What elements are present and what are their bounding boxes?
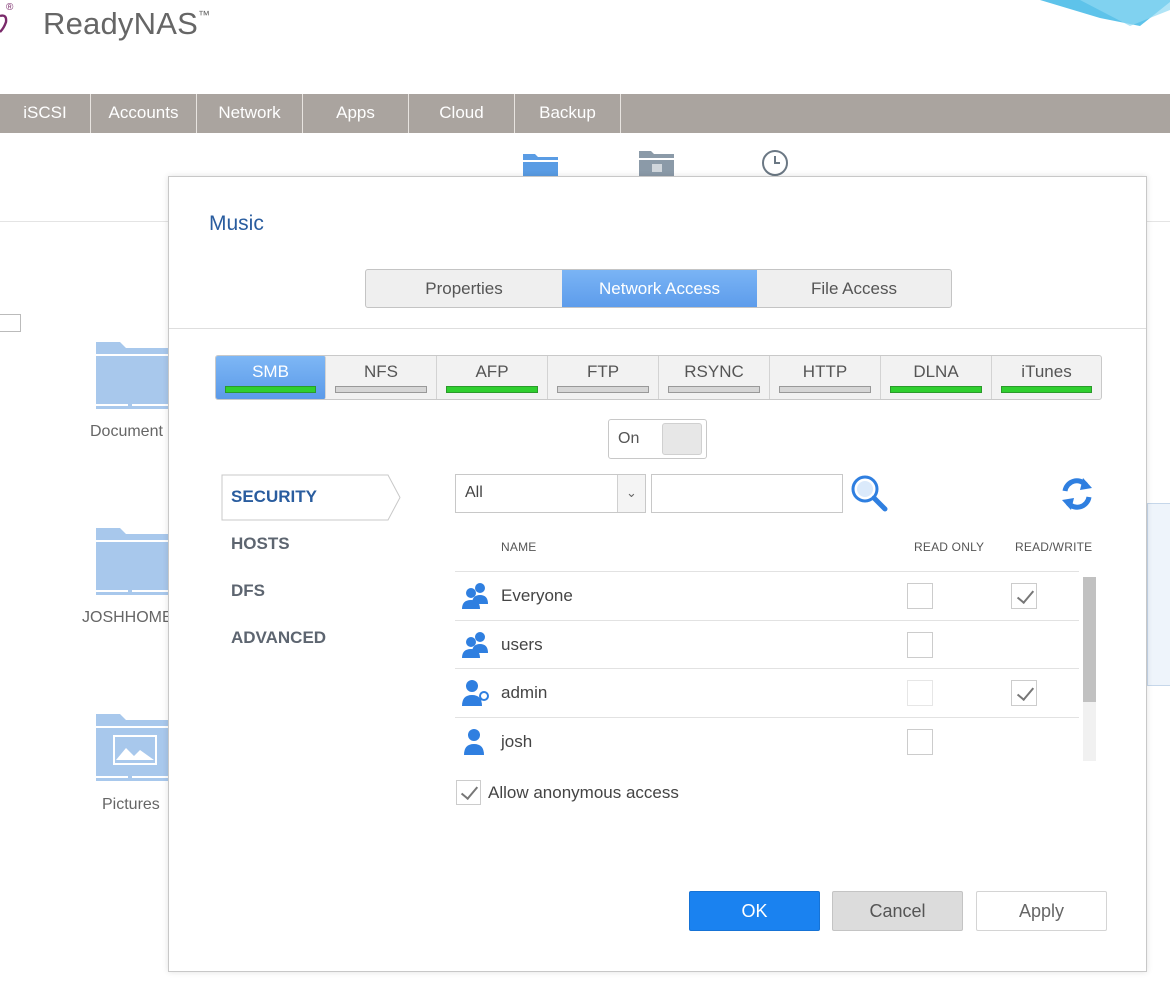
read-only-checkbox[interactable]: [907, 680, 933, 706]
protocol-label: SMB: [252, 362, 289, 381]
protocol-status-indicator: [557, 386, 649, 393]
protocol-label: RSYNC: [684, 362, 744, 381]
apply-button[interactable]: Apply: [976, 891, 1107, 931]
user-icon: [461, 728, 491, 756]
dialog-title: Music: [209, 212, 264, 235]
service-toggle[interactable]: On: [608, 419, 707, 459]
nav-network[interactable]: Network: [197, 94, 303, 133]
chevron-down-icon[interactable]: ⌄: [617, 475, 645, 512]
group-icon: [461, 582, 491, 610]
protocol-label: iTunes: [1021, 362, 1072, 381]
protocol-label: FTP: [586, 362, 620, 381]
anonymous-access-label: Allow anonymous access: [488, 783, 679, 802]
readynas-logo-icon: [0, 10, 14, 43]
permission-row-everyone: Everyone: [455, 572, 1079, 621]
protocol-tabs: SMB NFS AFP FTP RSYNC HTTP DLNA iTunes: [215, 355, 1102, 400]
nav-apps[interactable]: Apps: [303, 94, 409, 133]
joshhome-folder-icon[interactable]: [94, 526, 168, 603]
protocol-tab-itunes[interactable]: iTunes: [992, 356, 1101, 399]
read-only-checkbox[interactable]: [907, 583, 933, 609]
protocol-tab-http[interactable]: HTTP: [770, 356, 881, 399]
bg-checkbox[interactable]: [0, 314, 21, 332]
read-write-checkbox[interactable]: [1011, 583, 1037, 609]
column-header-read-write: READ/WRITE: [1015, 540, 1093, 554]
cancel-button[interactable]: Cancel: [832, 891, 963, 931]
trademark-mark: ™: [197, 8, 211, 22]
app-title-text: ReadyNAS: [43, 6, 198, 41]
protocol-tab-smb[interactable]: SMB: [216, 356, 326, 399]
protocol-tab-ftp[interactable]: FTP: [548, 356, 659, 399]
side-nav-hosts[interactable]: HOSTS: [231, 534, 290, 554]
bg-divider-right: [1146, 221, 1170, 222]
permission-name: josh: [501, 731, 533, 751]
read-only-checkbox[interactable]: [907, 631, 933, 658]
permission-row-josh: josh: [455, 718, 1079, 765]
toggle-knob[interactable]: [662, 423, 702, 455]
anonymous-access-checkbox[interactable]: [456, 780, 481, 805]
permission-name: Everyone: [501, 586, 573, 605]
tab-file-access[interactable]: File Access: [757, 270, 951, 307]
pictures-folder-icon[interactable]: [94, 712, 168, 789]
permission-row-admin: admin: [455, 669, 1079, 718]
group-icon: [461, 631, 491, 659]
readynas-page: ® ReadyNAS™ iSCSI Accounts Network Apps …: [0, 0, 1170, 995]
protocol-status-indicator: [335, 386, 427, 393]
nav-backup[interactable]: Backup: [515, 94, 621, 133]
admin-user-icon: [461, 679, 491, 707]
protocol-status-indicator: [225, 386, 316, 393]
list-scrollbar-thumb[interactable]: [1083, 577, 1096, 702]
dialog-tabs: Properties Network Access File Access: [365, 269, 952, 308]
tab-properties[interactable]: Properties: [366, 270, 562, 307]
search-input[interactable]: [651, 474, 843, 513]
protocol-tab-dlna[interactable]: DLNA: [881, 356, 992, 399]
ok-button[interactable]: OK: [689, 891, 820, 931]
filter-selected-value: All: [465, 484, 483, 501]
side-nav-security[interactable]: SECURITY: [231, 487, 317, 507]
tab-network-access[interactable]: Network Access: [562, 270, 757, 307]
protocol-tab-afp[interactable]: AFP: [437, 356, 548, 399]
documents-folder-icon[interactable]: [94, 340, 168, 417]
protocol-label: AFP: [475, 362, 509, 381]
nav-accounts[interactable]: Accounts: [91, 94, 197, 133]
protocol-label: HTTP: [802, 362, 848, 381]
protocol-status-indicator: [890, 386, 982, 393]
protocol-label: DLNA: [913, 362, 959, 381]
tab-separator: [169, 328, 1146, 329]
main-navbar: iSCSI Accounts Network Apps Cloud Backup: [0, 94, 1170, 133]
protocol-tab-rsync[interactable]: RSYNC: [659, 356, 770, 399]
corner-decoration: [1040, 0, 1170, 26]
registered-mark: ®: [6, 2, 14, 13]
nav-cloud[interactable]: Cloud: [409, 94, 515, 133]
side-nav-dfs[interactable]: DFS: [231, 581, 265, 601]
search-icon[interactable]: [849, 474, 891, 516]
permission-name: users: [501, 634, 543, 654]
protocol-status-indicator: [446, 386, 538, 393]
folder-label-joshhome: JOSHHOME: [82, 609, 173, 626]
read-only-checkbox[interactable]: [907, 728, 933, 755]
refresh-icon[interactable]: [1059, 474, 1095, 514]
protocol-tab-nfs[interactable]: NFS: [326, 356, 437, 399]
protocol-status-indicator: [1001, 386, 1092, 393]
protocol-label: NFS: [364, 362, 398, 381]
column-header-read-only: READ ONLY: [914, 540, 985, 554]
filter-select[interactable]: All ⌄: [455, 474, 646, 513]
read-write-checkbox[interactable]: [1011, 680, 1037, 706]
bg-side-panel: [1147, 503, 1170, 686]
toggle-label: On: [618, 430, 640, 447]
side-nav-advanced[interactable]: ADVANCED: [231, 628, 326, 648]
folder-label-pictures: Pictures: [102, 796, 160, 813]
column-header-name: NAME: [501, 540, 537, 554]
permission-name: admin: [501, 683, 548, 702]
folder-label-documents: Document: [90, 423, 163, 440]
share-settings-dialog: Music Properties Network Access File Acc…: [168, 176, 1147, 972]
app-title: ReadyNAS™: [43, 6, 210, 42]
nav-iscsi[interactable]: iSCSI: [0, 94, 91, 133]
bg-divider: [0, 221, 170, 222]
permission-row-users: users: [455, 621, 1079, 669]
permission-list: Everyone users admin josh: [455, 571, 1079, 764]
protocol-status-indicator: [668, 386, 760, 393]
protocol-status-indicator: [779, 386, 871, 393]
